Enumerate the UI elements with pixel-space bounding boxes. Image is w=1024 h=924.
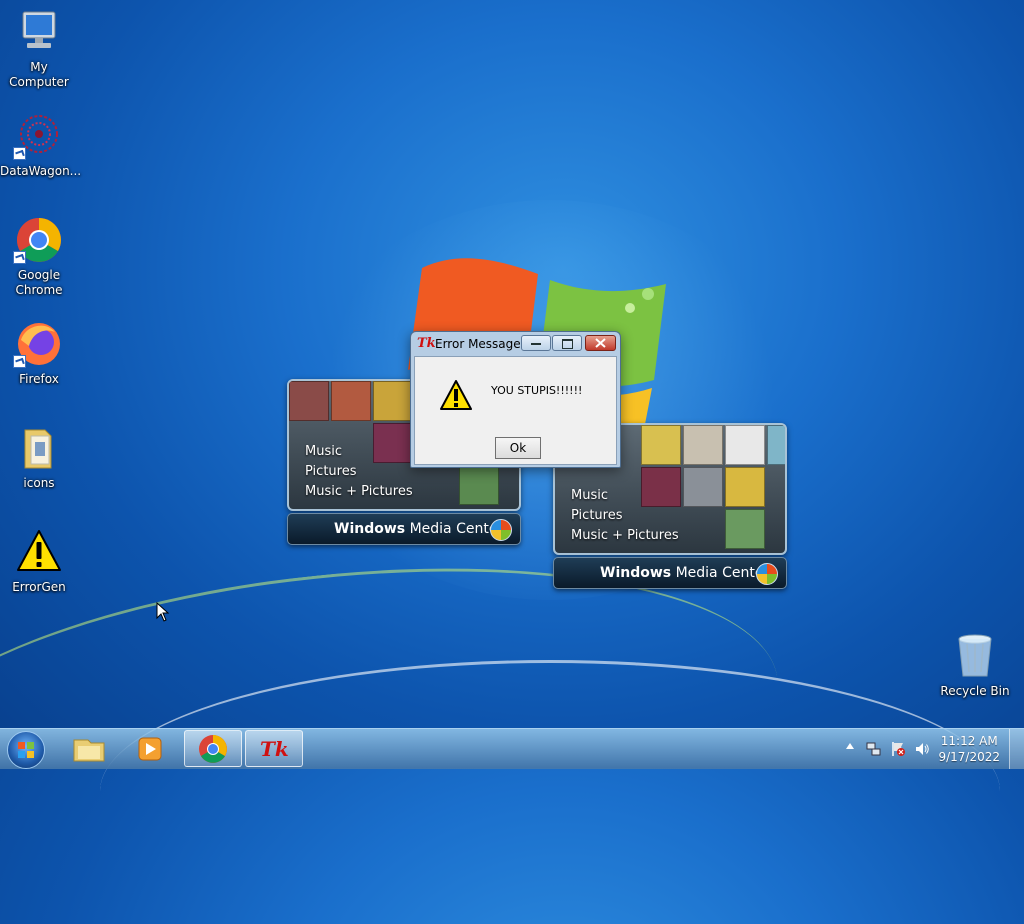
ok-button[interactable]: Ok [495, 437, 541, 459]
dialog-body: YOU STUPIS!!!!!! Ok [414, 356, 617, 465]
media-menu: Music Pictures Music + Pictures [571, 486, 679, 546]
volume-icon[interactable] [914, 741, 930, 757]
close-icon [595, 338, 606, 348]
system-tray: 11:12 AM 9/17/2022 [840, 729, 1024, 769]
desktop-icon-errorgen[interactable]: ErrorGen [0, 528, 78, 595]
menu-item-music-pictures[interactable]: Music + Pictures [305, 482, 413, 502]
windows-logo-icon [18, 742, 34, 758]
desktop-icon-label: DataWagon... [0, 164, 82, 178]
warning-icon [15, 528, 63, 576]
media-tile [331, 381, 371, 421]
desktop-icon-firefox[interactable]: Firefox [0, 320, 78, 387]
media-tile [641, 425, 681, 465]
media-center-bar[interactable]: Windows Media Center [287, 513, 521, 545]
media-player-icon [138, 737, 162, 761]
close-button[interactable] [585, 335, 616, 351]
media-tile [289, 381, 329, 421]
error-dialog[interactable]: Tk Error Message YOU STUPIS!!!!!! Ok [410, 331, 621, 468]
media-tile [725, 509, 765, 549]
desktop-icon-google-chrome[interactable]: Google Chrome [0, 216, 78, 298]
shortcut-arrow-icon [13, 147, 26, 160]
datawagon-icon [13, 112, 63, 160]
show-hidden-icons-button[interactable] [846, 743, 854, 749]
start-button[interactable] [7, 731, 45, 769]
menu-item-music-pictures[interactable]: Music + Pictures [571, 526, 679, 546]
desktop-icon-datawagon[interactable]: DataWagon... [0, 112, 82, 179]
clock-time: 11:12 AM [940, 734, 998, 748]
minimize-button[interactable] [521, 335, 551, 351]
warning-icon [440, 380, 472, 410]
media-tile [725, 467, 765, 507]
windows-orb-icon [490, 519, 512, 541]
taskbar-chrome-button[interactable] [184, 730, 242, 767]
desktop-icon-label: Recycle Bin [940, 684, 1010, 698]
computer-icon [15, 8, 63, 56]
media-tile [683, 467, 723, 507]
menu-item-music[interactable]: Music [305, 442, 413, 462]
maximize-button[interactable] [552, 335, 582, 351]
wallpaper-streak [100, 660, 1000, 923]
taskbar-media-player-button[interactable] [121, 730, 179, 767]
clock-date: 9/17/2022 [938, 750, 1000, 764]
tk-logo-icon: Tk [260, 737, 289, 761]
desktop-icon-label: Google Chrome [15, 268, 63, 297]
dialog-titlebar[interactable]: Tk Error Message [415, 332, 620, 356]
chrome-icon [13, 216, 63, 264]
restore-icon [562, 339, 573, 349]
show-desktop-button[interactable] [1009, 729, 1024, 769]
network-icon[interactable] [866, 741, 882, 757]
firefox-icon [13, 320, 63, 368]
desktop-icon-recycle-bin[interactable]: Recycle Bin [936, 632, 1014, 699]
bar-brand: Windows [600, 565, 672, 581]
taskbar-clock[interactable]: 11:12 AM 9/17/2022 [938, 733, 1000, 765]
dialog-title: Error Message [435, 337, 521, 351]
desktop-icon-label: ErrorGen [12, 580, 66, 594]
media-tile [725, 425, 765, 465]
tk-logo-icon: Tk [417, 336, 436, 351]
folder-icon [15, 424, 63, 472]
desktop-icon-label: Firefox [19, 372, 59, 386]
desktop-icon-label: icons [23, 476, 55, 490]
menu-item-pictures[interactable]: Pictures [305, 462, 413, 482]
menu-item-pictures[interactable]: Pictures [571, 506, 679, 526]
media-menu: Music Pictures Music + Pictures [305, 442, 413, 502]
media-center-bar[interactable]: Windows Media Center [553, 557, 787, 589]
windows-orb-icon [756, 563, 778, 585]
recycle-bin-icon [951, 632, 999, 680]
menu-item-music[interactable]: Music [571, 486, 679, 506]
media-tile [373, 381, 413, 421]
taskbar-tk-app-button[interactable]: Tk [245, 730, 303, 767]
media-tile [459, 465, 499, 505]
bar-brand: Windows [334, 521, 406, 537]
desktop-icon-my-computer[interactable]: My Computer [0, 8, 78, 90]
explorer-folder-icon [73, 739, 105, 762]
desktop-icon-label: My Computer [9, 60, 69, 89]
taskbar-explorer-button[interactable] [60, 730, 118, 767]
taskbar: Tk 11:12 AM 9/17/2022 [0, 728, 1024, 769]
shortcut-arrow-icon [13, 251, 26, 264]
shortcut-arrow-icon [13, 355, 26, 368]
action-center-flag-icon[interactable] [890, 741, 906, 757]
desktop-icon-icons-folder[interactable]: icons [0, 424, 78, 491]
chrome-icon [199, 735, 227, 763]
media-tile [683, 425, 723, 465]
minimize-icon [531, 343, 541, 345]
mouse-cursor-icon [156, 602, 170, 622]
media-tile [767, 425, 785, 465]
dialog-message: YOU STUPIS!!!!!! [491, 384, 583, 397]
